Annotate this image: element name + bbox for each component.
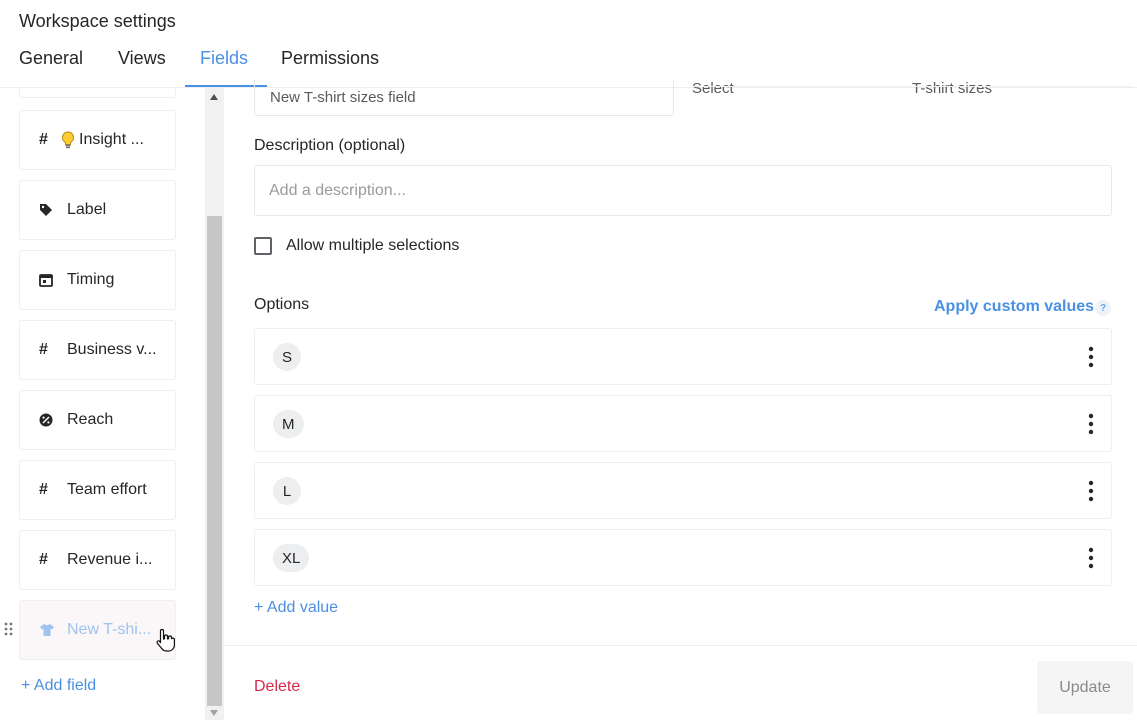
description-input[interactable] [254, 165, 1112, 216]
field-name-input[interactable]: New T-shirt sizes field [254, 80, 674, 116]
tab-general[interactable]: General [19, 48, 83, 69]
hash-icon: # [39, 131, 48, 148]
lightbulb-icon [61, 131, 75, 149]
sidebar-field-reach[interactable]: Reach [19, 390, 176, 450]
update-button[interactable]: Update [1037, 661, 1133, 714]
description-label: Description (optional) [254, 137, 406, 154]
delete-button[interactable]: Delete [254, 678, 300, 696]
hash-icon: # [39, 481, 48, 498]
add-value-button[interactable]: + Add value [254, 599, 338, 617]
tab-fields[interactable]: Fields [200, 48, 248, 69]
more-options-icon[interactable] [1085, 346, 1097, 368]
add-field-button[interactable]: + Add field [21, 677, 96, 695]
drag-handle-icon[interactable] [4, 621, 14, 637]
field-type-select[interactable]: Select [692, 80, 734, 97]
allow-multiple-label: Allow multiple selections [286, 237, 460, 254]
sidebar-field-business-value[interactable]: # Business v... [19, 320, 176, 380]
option-set-select[interactable]: T-shirt sizes [912, 80, 992, 97]
type-row-divider [692, 86, 1132, 87]
sidebar-field-revenue-impact[interactable]: # Revenue i... [19, 530, 176, 590]
page-title: Workspace settings [19, 11, 176, 31]
option-row[interactable]: XL [254, 529, 1112, 586]
sidebar-field-insight[interactable]: # Insight ... [19, 110, 176, 170]
scroll-down-arrow-icon[interactable] [210, 710, 218, 716]
option-chip[interactable]: XL [273, 544, 310, 572]
sidebar-field-label: Timing [67, 271, 115, 288]
tab-permissions[interactable]: Permissions [281, 48, 379, 69]
sidebar-field-team-effort[interactable]: # Team effort [19, 460, 176, 520]
sidebar-field-label: Insight ... [79, 131, 144, 148]
scrollbar-thumb[interactable] [207, 216, 222, 706]
sidebar-field-label: Reach [67, 411, 114, 428]
hash-icon: # [39, 341, 48, 358]
option-chip[interactable]: M [273, 410, 304, 438]
sidebar-field-label: Team effort [67, 481, 147, 498]
sidebar-scrollbar[interactable] [205, 88, 224, 720]
hash-icon: # [39, 551, 48, 568]
apply-custom-values-link[interactable]: Apply custom values [934, 298, 1094, 316]
more-options-icon[interactable] [1085, 547, 1097, 569]
option-chip[interactable]: L [273, 477, 301, 505]
option-row[interactable]: L [254, 462, 1112, 519]
sidebar-field-label: Business v... [67, 341, 157, 358]
scroll-up-arrow-icon[interactable] [210, 94, 218, 100]
hand-cursor-icon [156, 628, 176, 652]
field-card-partial[interactable] [19, 88, 176, 98]
more-options-icon[interactable] [1085, 413, 1097, 435]
footer-divider [224, 645, 1137, 646]
option-chip[interactable]: S [273, 343, 302, 371]
sidebar-field-label: Label [67, 201, 107, 218]
sidebar-field-label-field[interactable]: Label [19, 180, 176, 240]
sidebar-field-new-tshirt[interactable]: New T-shi... [19, 600, 176, 660]
allow-multiple-checkbox[interactable] [254, 237, 272, 255]
fields-sidebar: # Insight ... Label Timing # Business v.… [0, 88, 205, 720]
option-row[interactable]: S [254, 328, 1112, 385]
percent-icon [39, 413, 61, 427]
sidebar-field-timing[interactable]: Timing [19, 250, 176, 310]
tab-views[interactable]: Views [118, 48, 166, 69]
tshirt-icon [39, 623, 61, 637]
sidebar-field-label: Revenue i... [67, 551, 153, 568]
option-row[interactable]: M [254, 395, 1112, 452]
options-label: Options [254, 296, 310, 313]
more-options-icon[interactable] [1085, 480, 1097, 502]
calendar-icon [39, 273, 61, 287]
help-icon[interactable]: ? [1095, 300, 1111, 316]
tag-icon [39, 203, 61, 217]
sidebar-field-label: New T-shi... [67, 621, 152, 638]
